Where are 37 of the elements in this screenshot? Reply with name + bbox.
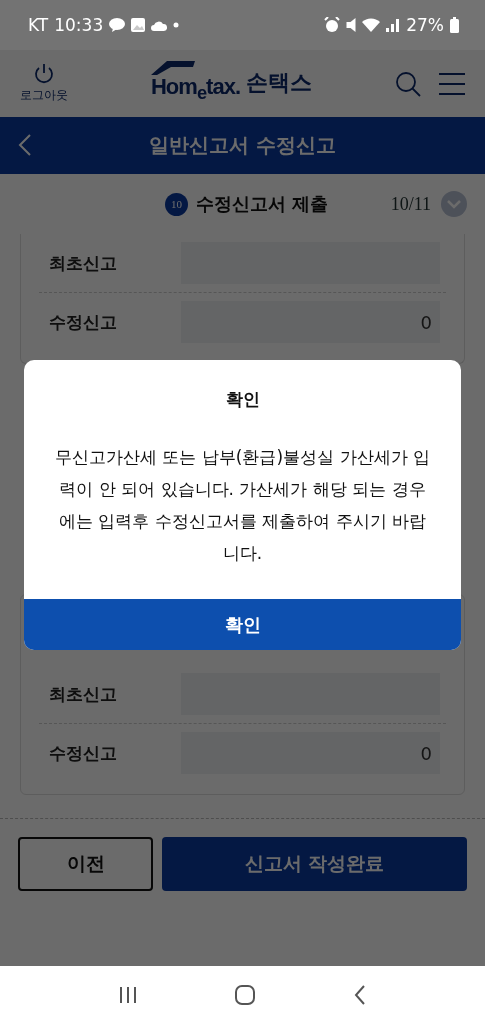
search-icon[interactable] xyxy=(395,70,421,97)
row-label: 수정신고 xyxy=(49,741,118,765)
step-title: 수정신고서 제출 xyxy=(196,192,329,216)
wifi-icon xyxy=(362,18,381,32)
image-icon xyxy=(131,18,146,32)
back-icon[interactable] xyxy=(353,985,366,1005)
mute-icon xyxy=(346,18,357,32)
power-icon xyxy=(33,63,55,85)
battery-icon xyxy=(450,17,459,33)
amount-field[interactable]: 0 xyxy=(181,301,440,343)
cloud-icon xyxy=(151,19,168,31)
complete-button[interactable]: 신고서 작성완료 xyxy=(162,837,467,891)
roof-icon xyxy=(151,61,195,76)
recents-icon[interactable] xyxy=(119,986,138,1004)
dialog-title: 확인 xyxy=(225,388,260,411)
home-icon[interactable] xyxy=(235,985,256,1005)
clock-text: 10:33 xyxy=(54,15,104,35)
chat-icon xyxy=(109,18,126,32)
row-label: 최초신고 xyxy=(49,251,118,275)
amount-field[interactable]: 0 xyxy=(181,732,440,774)
alarm-icon xyxy=(324,17,341,33)
previous-button[interactable]: 이전 xyxy=(18,837,153,891)
dialog-message: 무신고가산세 또는 납부(환급)불성실 가산세가 입력이 안 되어 있습니다. 가산세가 해당 되는 경우에는 입력후 수정신고서를 제출하여 주시기 바랍니다. xyxy=(54,446,431,565)
row-label: 수정신고 xyxy=(49,310,118,334)
battery-text: 27% xyxy=(406,15,444,35)
signal-icon xyxy=(386,18,401,32)
logo-text: Hom$_{e}$tax. xyxy=(151,75,240,106)
row-label: 최초신고 xyxy=(49,682,118,706)
page-title: 일반신고서 수정신고 xyxy=(149,132,336,159)
dot-icon xyxy=(173,22,180,28)
brand-text: 손택스 xyxy=(246,69,312,98)
menu-icon[interactable] xyxy=(439,72,465,95)
step-counter: 10/11 xyxy=(390,193,431,215)
carrier-text: KT xyxy=(28,15,49,35)
step-number: 10 xyxy=(165,192,188,216)
logout-button[interactable]: 로그아웃 xyxy=(20,63,68,104)
confirm-button[interactable]: 확인 xyxy=(24,599,461,650)
